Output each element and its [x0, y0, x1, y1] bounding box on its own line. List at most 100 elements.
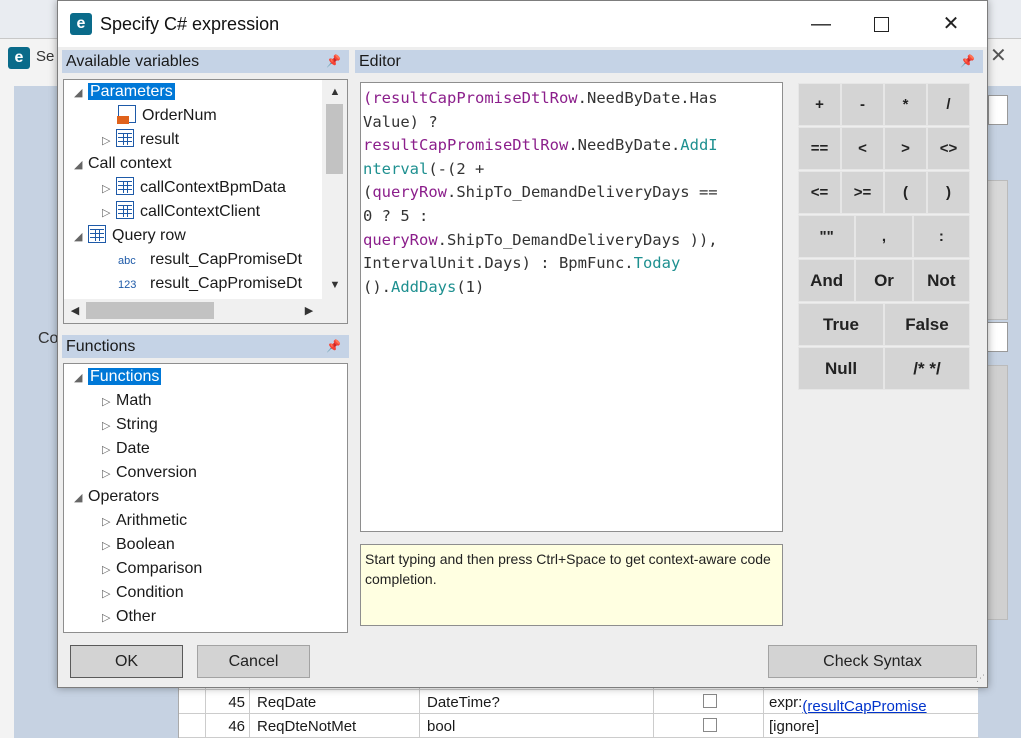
tree-item[interactable]: ▷ Conversion — [102, 461, 197, 485]
collapse-icon[interactable]: ◢ — [74, 81, 88, 105]
pin-icon[interactable]: 📌 — [960, 50, 975, 73]
tree-item[interactable]: ◢ Operators — [74, 485, 159, 509]
hscroll-thumb[interactable] — [86, 302, 214, 319]
minimize-button[interactable]: — — [798, 7, 844, 41]
scroll-up-icon[interactable]: ▲ — [326, 83, 344, 101]
background-window-title: Se — [36, 48, 55, 65]
table-row[interactable]: 45 ReqDate DateTime? expr: (resultCapPromise — [179, 690, 979, 715]
background-scrollbar[interactable] — [986, 180, 1008, 320]
expand-icon[interactable]: ▷ — [102, 510, 116, 534]
keypad-button[interactable]: <> — [927, 127, 970, 170]
row-checkbox[interactable] — [703, 694, 717, 708]
tree-item[interactable]: ▷ String — [102, 413, 158, 437]
background-close-icon[interactable]: ✕ — [990, 43, 1007, 68]
ok-button[interactable]: OK — [70, 645, 183, 678]
text-type-icon: abc — [118, 255, 136, 267]
keypad-button[interactable]: And — [798, 259, 856, 302]
keypad-button[interactable]: : — [912, 215, 970, 258]
tree-item[interactable]: ▷ Other — [102, 605, 156, 629]
variables-vscrollbar[interactable]: ▲ ▼ — [322, 80, 347, 299]
code-token: (). — [363, 277, 391, 296]
keypad-button[interactable]: >= — [841, 171, 884, 214]
expression-editor[interactable]: (resultCapPromiseDtlRow.NeedByDate.Has Va… — [360, 82, 783, 532]
collapse-icon[interactable]: ◢ — [74, 225, 88, 249]
scroll-down-icon[interactable]: ▼ — [326, 276, 344, 294]
keypad-button[interactable]: < — [841, 127, 884, 170]
expand-icon[interactable]: ▷ — [102, 534, 116, 558]
pin-icon[interactable]: 📌 — [326, 335, 341, 358]
keypad-button[interactable]: <= — [798, 171, 841, 214]
variables-hscrollbar[interactable]: ◀ ▶ — [64, 299, 347, 323]
scroll-thumb[interactable] — [326, 104, 343, 174]
collapse-icon[interactable]: ◢ — [74, 486, 88, 510]
tree-item[interactable]: 123 result_CapPromiseDt — [104, 272, 302, 296]
keypad-button[interactable]: Null — [798, 347, 884, 390]
tree-item[interactable]: ▷ result — [102, 128, 179, 152]
code-token: Today — [633, 254, 681, 273]
keypad-button[interactable]: , — [855, 215, 913, 258]
background-field[interactable] — [988, 95, 1008, 125]
code-token: 0 ? 5 : — [363, 206, 429, 225]
tree-item[interactable]: ◢ Call context — [74, 152, 172, 176]
keypad-button[interactable]: Not — [912, 259, 970, 302]
expand-icon[interactable]: ▷ — [102, 414, 116, 438]
keypad-button[interactable]: ) — [927, 171, 970, 214]
keypad-button[interactable]: / — [927, 83, 970, 126]
expand-icon[interactable]: ▷ — [102, 390, 116, 414]
tree-item[interactable]: ▷ callContextClient — [102, 200, 260, 224]
background-scrollbar-2[interactable] — [986, 365, 1008, 620]
code-token: nterval — [363, 159, 429, 178]
code-token: .ShipTo_DemandDeliveryDays == — [447, 183, 718, 202]
scroll-left-icon[interactable]: ◀ — [66, 302, 84, 320]
tree-item[interactable]: OrderNum — [104, 104, 217, 128]
expand-icon[interactable]: ▷ — [102, 582, 116, 606]
expand-icon[interactable]: ▷ — [102, 558, 116, 582]
tree-item[interactable]: ▷ Arithmetic — [102, 509, 187, 533]
tree-item[interactable]: ▷ Condition — [102, 581, 184, 605]
keypad-button[interactable]: > — [884, 127, 927, 170]
keypad-button[interactable]: "" — [798, 215, 856, 258]
keypad-button[interactable]: False — [884, 303, 970, 346]
tree-item-label: result_CapPromiseDt — [150, 275, 303, 292]
code-line: resultCapPromiseDtlRow.NeedByDate.AddI — [363, 134, 780, 158]
collapse-icon[interactable]: ◢ — [74, 366, 88, 390]
tree-item[interactable]: ▷ Math — [102, 389, 152, 413]
close-button[interactable]: ✕ — [928, 7, 974, 41]
specify-expression-dialog: e Specify C# expression — ✕ Available va… — [57, 0, 988, 688]
keypad-button[interactable]: + — [798, 83, 841, 126]
collapse-icon[interactable]: ◢ — [74, 153, 88, 177]
keypad-button[interactable]: - — [841, 83, 884, 126]
tree-item[interactable]: ▷ callContextBpmData — [102, 176, 286, 200]
tree-item[interactable]: ◢ Query row — [74, 224, 186, 248]
keypad-button[interactable]: * — [884, 83, 927, 126]
expand-icon[interactable]: ▷ — [102, 201, 116, 225]
row-checkbox[interactable] — [703, 718, 717, 732]
tree-item[interactable]: ▷ Boolean — [102, 533, 175, 557]
expand-icon[interactable]: ▷ — [102, 177, 116, 201]
expand-icon[interactable]: ▷ — [102, 462, 116, 486]
keypad-button[interactable]: True — [798, 303, 884, 346]
tree-item[interactable]: ▷ Date — [102, 437, 150, 461]
expand-icon[interactable]: ▷ — [102, 606, 116, 630]
cancel-button[interactable]: Cancel — [197, 645, 310, 678]
background-field-2[interactable] — [986, 322, 1008, 352]
tree-item[interactable]: abc result_CapPromiseDt — [104, 248, 302, 272]
keypad-button[interactable]: ( — [884, 171, 927, 214]
tree-item[interactable]: ◢ Parameters — [74, 80, 175, 104]
table-row[interactable]: 46 ReqDteNotMet bool [ignore] — [179, 714, 979, 738]
keypad-button[interactable]: /* */ — [884, 347, 970, 390]
tree-item[interactable]: ▷ Comparison — [102, 557, 202, 581]
row-name: ReqDteNotMet — [257, 718, 357, 735]
row-value-link[interactable]: (resultCapPromise — [802, 698, 926, 715]
resize-grip-icon[interactable]: ⋰ — [976, 673, 985, 684]
maximize-button[interactable] — [858, 7, 904, 41]
expand-icon[interactable]: ▷ — [102, 438, 116, 462]
keypad-button[interactable]: == — [798, 127, 841, 170]
scroll-right-icon[interactable]: ▶ — [300, 302, 318, 320]
tree-item[interactable]: ◢ Functions — [74, 365, 162, 390]
dialog-titlebar[interactable]: e Specify C# expression — ✕ — [58, 1, 987, 47]
check-syntax-button[interactable]: Check Syntax — [768, 645, 977, 678]
pin-icon[interactable]: 📌 — [326, 50, 341, 73]
expand-icon[interactable]: ▷ — [102, 129, 116, 153]
keypad-button[interactable]: Or — [855, 259, 913, 302]
